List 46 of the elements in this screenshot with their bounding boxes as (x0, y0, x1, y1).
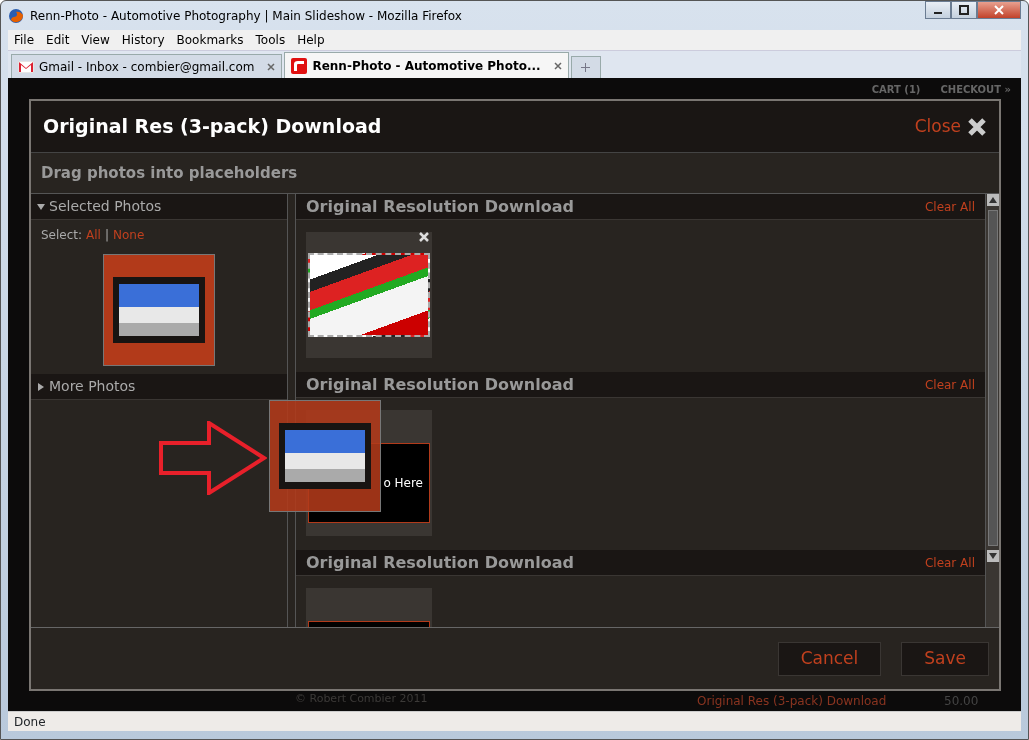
menu-item[interactable]: Help (291, 31, 331, 49)
link-separator: | (104, 227, 109, 244)
browser-tab[interactable]: Gmail - Inbox - combier@gmail.com (11, 54, 283, 78)
collapsed-triangle-icon (37, 382, 45, 391)
dragged-photo-tile[interactable] (269, 400, 381, 512)
slot-title: Original Resolution Download (306, 373, 574, 396)
section-header[interactable]: Selected Photos (31, 194, 287, 220)
new-tab-button[interactable] (570, 56, 601, 78)
select-label: Select: (41, 227, 83, 244)
scrollbar[interactable] (985, 194, 999, 627)
arrow-icon (159, 421, 267, 495)
browser-logo-icon (8, 7, 24, 24)
expanded-triangle-icon (37, 202, 45, 211)
scroll-down-icon (986, 550, 999, 562)
tab-close-icon[interactable] (267, 62, 276, 71)
price-text: 50.00 (944, 693, 979, 710)
close-icon (967, 116, 987, 137)
close-button[interactable] (977, 1, 1021, 19)
dialog-title: Original Res (3-pack) Download (43, 114, 382, 140)
tab-close-icon[interactable] (553, 61, 562, 70)
site-logo-icon (291, 57, 308, 74)
scroll-up-icon (986, 194, 999, 206)
cart-item-text: Original Res (3-pack) Download (697, 693, 887, 710)
checkout-link[interactable]: CHECKOUT » (940, 82, 1011, 97)
close-icon (994, 5, 1004, 15)
menu-item[interactable]: File (8, 31, 41, 49)
maximize-icon (959, 5, 969, 15)
scroll-thumb[interactable] (987, 210, 998, 546)
menu-item[interactable]: View (75, 31, 116, 49)
status-text: Done (8, 711, 1021, 731)
mail-icon (18, 60, 34, 73)
slot-title: Original Resolution Download (306, 195, 574, 218)
minimize-icon (934, 12, 942, 14)
window-title: Renn-Photo - Automotive Photography | Main Slideshow - Mozilla Firefox (30, 7, 462, 25)
menu-item[interactable]: Tools (249, 31, 292, 49)
menu-item[interactable]: Edit (40, 31, 76, 49)
menu-item[interactable]: Bookmarks (170, 31, 250, 49)
remove-photo-button[interactable] (419, 232, 429, 242)
section-header[interactable]: More Photos (31, 374, 287, 400)
slot-title: Original Resolution Download (306, 551, 574, 574)
photo-tile[interactable] (103, 254, 215, 366)
plus-icon (581, 62, 591, 72)
maximize-button[interactable] (951, 1, 977, 19)
minimize-button[interactable] (925, 1, 951, 19)
menu-item[interactable]: History (115, 31, 171, 49)
browser-tab[interactable]: Renn-Photo - Automotive Photo... (284, 52, 569, 78)
